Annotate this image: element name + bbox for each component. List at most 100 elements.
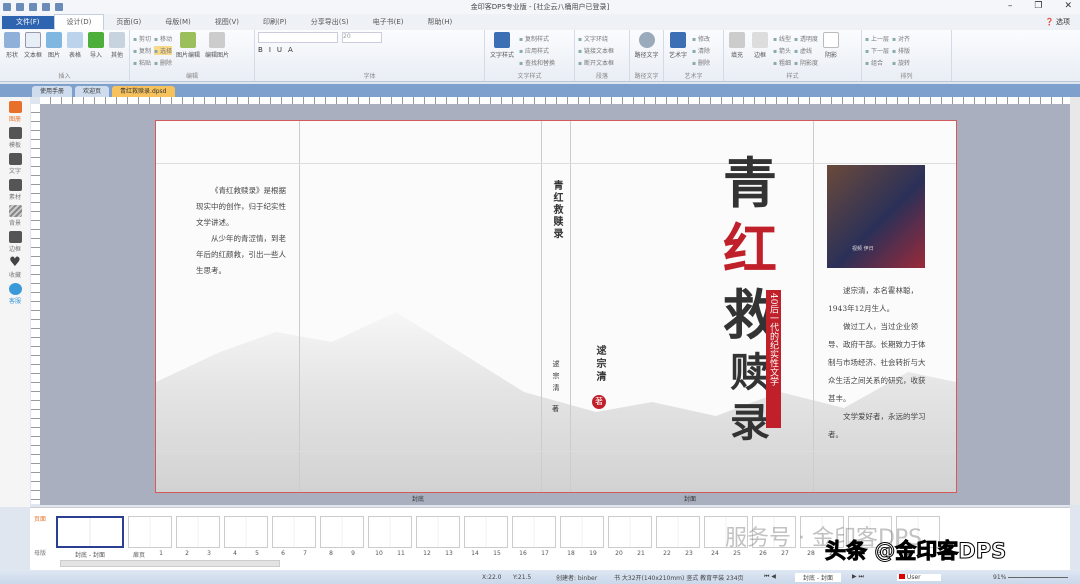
tab-design[interactable]: 设计(D) <box>53 14 105 30</box>
tab-file[interactable]: 文件(F) <box>2 15 54 29</box>
apply-style-button[interactable]: 应用样式 <box>519 46 555 55</box>
page-thumbnail[interactable] <box>320 516 364 548</box>
underline-button[interactable]: U <box>277 46 282 54</box>
font-size-select[interactable]: 20 <box>342 32 382 43</box>
bring-forward-button[interactable]: 上一层 <box>865 34 889 43</box>
modify-button[interactable]: 修改 <box>692 34 710 43</box>
italic-button[interactable]: I <box>269 46 271 54</box>
group-edit: 剪切复制粘贴 移动选择删除 图片编辑 编辑图片 编辑 <box>130 30 255 81</box>
doc-tab-welcome[interactable]: 欢迎页 <box>75 86 110 97</box>
doc-tab-book[interactable]: 青红救赎录.dpsd <box>112 86 175 97</box>
bold-button[interactable]: B <box>258 46 263 54</box>
back-cover-blurb[interactable]: 《青红救赎录》是根据现实中的创作，归于纪实性文学讲述。 从少年的青涩情，到老年后的… <box>196 183 286 279</box>
sidebar-item-material[interactable]: 素材 <box>8 179 22 201</box>
next-page-button[interactable]: ▶ ⏭ <box>852 573 864 581</box>
align-button[interactable]: 对齐 <box>892 34 910 43</box>
page-thumbnail[interactable] <box>56 516 124 548</box>
tab-master[interactable]: 母版(M) <box>153 17 203 27</box>
group-button[interactable]: 组合 <box>865 58 889 67</box>
wordart-delete-button[interactable]: 删除 <box>692 58 710 67</box>
move-button[interactable]: 移动 <box>154 34 172 43</box>
page-thumbnail[interactable] <box>512 516 556 548</box>
first-page-button[interactable]: ⏮ ◀ <box>764 573 776 581</box>
distribute-button[interactable]: 排版 <box>892 46 910 55</box>
thumbnail-label: 10 <box>375 550 383 557</box>
author-photo[interactable]: 视频 伊日 <box>827 165 925 268</box>
page-thumbnail[interactable] <box>656 516 700 548</box>
transparency-button[interactable]: 透明度 <box>794 34 818 43</box>
spine-title[interactable]: 青红救赎录 <box>549 180 564 240</box>
font-family-select[interactable] <box>258 32 338 43</box>
dash-button[interactable]: 虚线 <box>794 46 818 55</box>
sidebar-item-background[interactable]: 背景 <box>8 205 22 227</box>
group-style: 填充 边框 线型箭头粗细 透明度虚线阴影度 阴影 样式 <box>724 30 862 81</box>
sidebar-item-template[interactable]: 模板 <box>8 127 22 149</box>
tab-share-export[interactable]: 分享导出(S) <box>299 17 361 27</box>
tab-ebook[interactable]: 电子书(E) <box>361 17 416 27</box>
tab-page[interactable]: 页面(G) <box>104 17 153 27</box>
weight-button[interactable]: 粗细 <box>773 58 791 67</box>
page-thumbnail[interactable] <box>224 516 268 548</box>
zoom-slider[interactable] <box>1008 577 1068 578</box>
font-color-button[interactable]: A <box>288 46 293 54</box>
shadow-degree-button[interactable]: 阴影度 <box>794 58 818 67</box>
select-button[interactable]: 选择 <box>154 46 172 55</box>
close-button[interactable]: ✕ <box>1064 1 1072 11</box>
page-thumbnail[interactable] <box>416 516 460 548</box>
send-backward-button[interactable]: 下一层 <box>865 46 889 55</box>
copy-button[interactable]: 复制 <box>133 46 151 55</box>
clear-button[interactable]: 清除 <box>692 46 710 55</box>
unlink-textbox-button[interactable]: 断开文本框 <box>578 58 614 67</box>
sidebar-item-album[interactable]: 图册 <box>8 101 22 123</box>
paste-button[interactable]: 粘贴 <box>133 58 151 67</box>
thumbnail-label: 封底 - 封面 <box>75 552 105 559</box>
cover-subtitle[interactable]: 40后一代的纪实性文学 <box>766 290 781 428</box>
image-edit-icon <box>180 32 196 48</box>
tab-print[interactable]: 印刷(P) <box>251 17 299 27</box>
vertical-scrollbar[interactable] <box>1070 97 1080 505</box>
cover-author[interactable]: 逑宗清 <box>592 345 607 384</box>
minimize-button[interactable]: – <box>1008 1 1013 11</box>
sidebar-item-service[interactable]: 客服 <box>8 283 22 305</box>
page-thumbnail[interactable] <box>272 516 316 548</box>
thumbnail-label: 19 <box>589 550 597 557</box>
shape-icon <box>4 32 20 48</box>
layer-color-swatch <box>899 573 905 579</box>
sidebar-item-favorites[interactable]: ♥ 收藏 <box>9 255 22 279</box>
pages-tab[interactable]: 页面 <box>34 514 46 523</box>
sidebar-item-border[interactable]: 边框 <box>8 231 22 253</box>
page-select[interactable]: 封底 - 封面 <box>795 572 841 582</box>
arrow-button[interactable]: 箭头 <box>773 46 791 55</box>
tab-help[interactable]: 帮助(H) <box>416 17 465 27</box>
tab-view[interactable]: 视图(V) <box>203 17 251 27</box>
line-type-button[interactable]: 线型 <box>773 34 791 43</box>
master-tab[interactable]: 母版 <box>34 548 46 557</box>
cut-button[interactable]: 剪切 <box>133 34 151 43</box>
restore-button[interactable]: ❐ <box>1034 1 1042 11</box>
heart-icon: ♥ <box>9 255 21 270</box>
link-textbox-button[interactable]: 链接文本框 <box>578 46 614 55</box>
group-insert: 形状 文本框 图片 表格 导入 其他 插入 <box>0 30 130 81</box>
sidebar-item-text[interactable]: 文字 <box>8 153 22 175</box>
doc-tab-manual[interactable]: 使用手册 <box>32 86 73 97</box>
page-thumbnail[interactable] <box>176 516 220 548</box>
layer-select[interactable]: User <box>897 573 941 581</box>
text-wrap-button[interactable]: 文字环绕 <box>578 34 614 43</box>
page-thumbnail[interactable] <box>560 516 604 548</box>
rotate-button[interactable]: 旋转 <box>892 58 910 67</box>
find-replace-button[interactable]: 查找和替换 <box>519 58 555 67</box>
author-seal: 著 <box>592 395 606 409</box>
group-paragraph: 文字环绕链接文本框断开文本框 段落 <box>575 30 630 81</box>
zoom-level: 91% <box>993 573 1007 581</box>
page-thumbnail[interactable] <box>368 516 412 548</box>
group-font: 20 BIUA 字体 <box>255 30 485 81</box>
delete-button[interactable]: 删除 <box>154 58 172 67</box>
thumbnail-scrollbar[interactable] <box>60 560 280 567</box>
page-thumbnail[interactable] <box>128 516 172 548</box>
spine-author[interactable]: 逑宗清 <box>551 360 561 396</box>
page-thumbnail[interactable] <box>608 516 652 548</box>
page-thumbnail[interactable] <box>464 516 508 548</box>
copy-style-button[interactable]: 复制样式 <box>519 34 555 43</box>
options-button[interactable]: ❓ 选项 <box>1045 17 1070 27</box>
author-bio[interactable]: 逑宗清，本名霍林聪，1943年12月生人。 做过工人，当过企业领导、政府干部。长期… <box>828 282 926 444</box>
